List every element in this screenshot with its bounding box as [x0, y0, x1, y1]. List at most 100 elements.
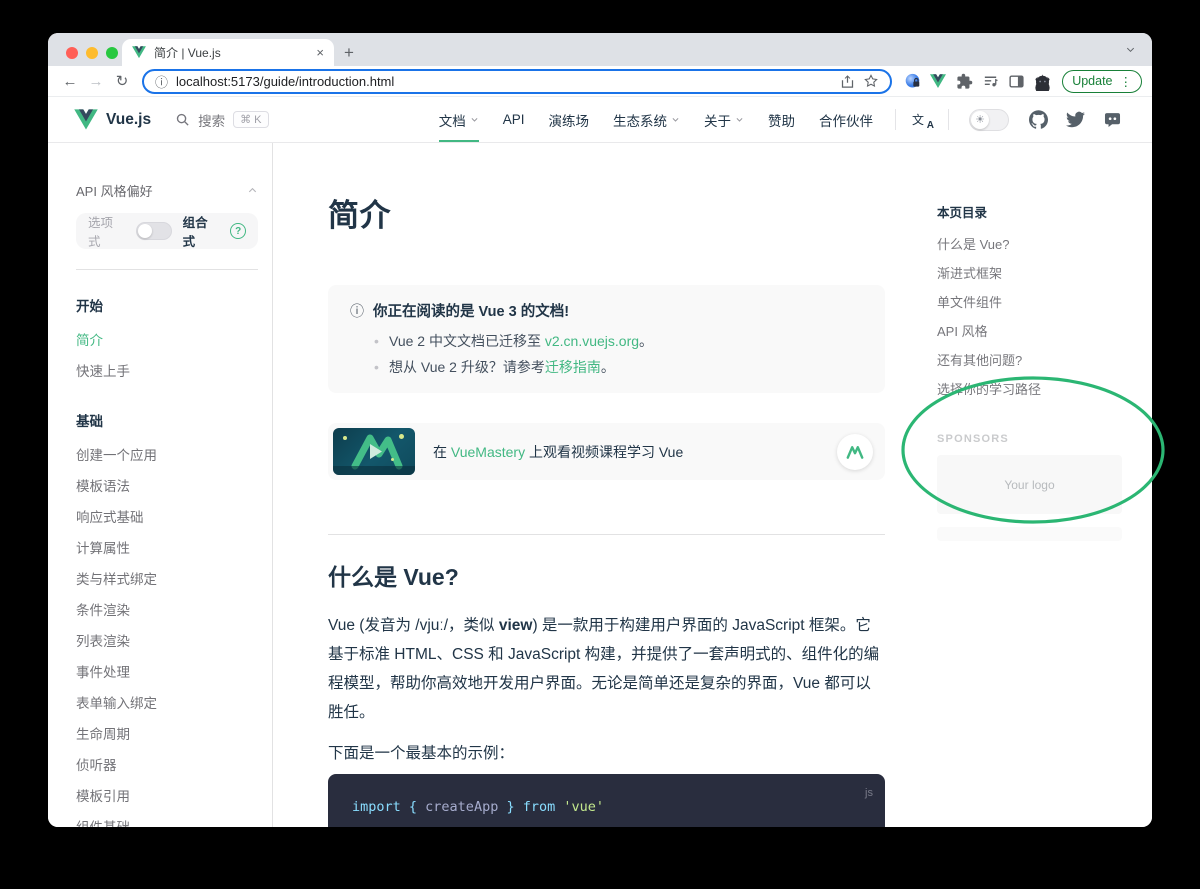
vue-logo[interactable]: Vue.js: [74, 97, 151, 142]
api-style-toggle[interactable]: [136, 222, 172, 240]
sidebar: API 风格偏好 选项式 组合式 ? 开始简介快速上手基础创建一个应用模板语法响…: [48, 143, 273, 827]
sun-icon: ☀: [971, 111, 989, 129]
url-text[interactable]: localhost:5173/guide/introduction.html: [176, 74, 832, 89]
browser-toolbar: ← → ↻ ⓘ localhost:5173/guide/introductio…: [48, 66, 1152, 97]
sidebar-item[interactable]: 模板引用: [76, 779, 258, 810]
sidebar-item[interactable]: 事件处理: [76, 655, 258, 686]
main-content: 简介 ⓘ 你正在阅读的是 Vue 3 的文档! Vue 2 中文文档已迁移至 v…: [273, 143, 885, 827]
bookmark-star-icon[interactable]: [863, 73, 879, 89]
section-heading[interactable]: 什么是 Vue?: [328, 561, 885, 593]
site-header: Vue.js 搜索 ⌘ K 文档API演练场生态系统关于赞助合作伙伴 文A ☀: [48, 97, 1152, 143]
sponsor-placeholder[interactable]: Your logo: [937, 455, 1122, 514]
translate-icon: 文A: [912, 111, 932, 129]
toc-item[interactable]: 还有其他问题?: [937, 345, 1152, 374]
toc-title: 本页目录: [937, 202, 1152, 221]
chevron-down-icon: [671, 115, 680, 124]
new-tab-button[interactable]: +: [334, 39, 364, 66]
traffic-lights: [66, 47, 118, 59]
composition-api-label[interactable]: 组合式: [183, 212, 220, 250]
update-label: Update: [1072, 74, 1112, 88]
info-link[interactable]: 迁移指南: [545, 359, 601, 375]
address-bar[interactable]: ⓘ localhost:5173/guide/introduction.html: [142, 69, 892, 94]
header-nav: 文档API演练场生态系统关于赞助合作伙伴: [427, 97, 885, 142]
info-bullet-list: Vue 2 中文文档已迁移至 v2.cn.vuejs.org。想从 Vue 2 …: [374, 328, 863, 380]
info-link[interactable]: v2.cn.vuejs.org: [545, 333, 639, 349]
vue-devtools-extension-icon[interactable]: [926, 69, 950, 93]
sidebar-divider: [76, 269, 258, 270]
vpn-extension-icon[interactable]: [900, 69, 924, 93]
discord-link[interactable]: [1103, 110, 1122, 129]
toc-item[interactable]: 单文件组件: [937, 287, 1152, 316]
toc-item[interactable]: 渐进式框架: [937, 258, 1152, 287]
toc-item[interactable]: 什么是 Vue?: [937, 229, 1152, 258]
browser-tab[interactable]: 简介 | Vue.js ×: [122, 39, 334, 66]
reload-button[interactable]: ↻: [110, 72, 134, 90]
sidebar-item[interactable]: 快速上手: [76, 354, 258, 385]
sidebar-item[interactable]: 计算属性: [76, 531, 258, 562]
nav-item[interactable]: 赞助: [756, 97, 807, 142]
nav-item[interactable]: 合作伙伴: [807, 97, 885, 142]
nav-item[interactable]: 关于: [692, 97, 756, 142]
share-icon[interactable]: [840, 74, 855, 89]
language-switch-button[interactable]: 文A: [906, 97, 938, 142]
nav-item[interactable]: 演练场: [537, 97, 602, 142]
chrome-update-button[interactable]: Update ⋮: [1062, 70, 1142, 93]
help-icon[interactable]: ?: [230, 223, 246, 239]
nav-item[interactable]: API: [491, 97, 537, 142]
profile-avatar[interactable]: [1030, 69, 1054, 93]
intro-paragraph: Vue (发音为 /vjuː/，类似 view) 是一款用于构建用户界面的 Ja…: [328, 611, 885, 727]
forward-button[interactable]: →: [84, 73, 108, 90]
api-preference-title: API 风格偏好: [76, 181, 153, 200]
search-icon: [175, 112, 190, 127]
nav-item[interactable]: 文档: [427, 97, 491, 142]
minimize-window-button[interactable]: [86, 47, 98, 59]
github-icon: [1029, 110, 1048, 129]
video-thumbnail[interactable]: [333, 428, 415, 475]
sidebar-item[interactable]: 类与样式绑定: [76, 562, 258, 593]
sidebar-item[interactable]: 创建一个应用: [76, 438, 258, 469]
toc-item[interactable]: API 风格: [937, 316, 1152, 345]
back-button[interactable]: ←: [58, 73, 82, 90]
info-icon: ⓘ: [350, 301, 364, 321]
vuemastery-banner[interactable]: 在 VueMastery 上观看视频课程学习 Vue: [328, 423, 885, 480]
sidebar-group-title: 开始: [76, 295, 258, 315]
kebab-menu-icon[interactable]: ⋮: [1120, 74, 1133, 89]
sidebar-item[interactable]: 生命周期: [76, 717, 258, 748]
vuemastery-link[interactable]: VueMastery: [451, 444, 525, 460]
options-api-label[interactable]: 选项式: [88, 212, 125, 250]
info-bullet: Vue 2 中文文档已迁移至 v2.cn.vuejs.org。: [374, 328, 863, 354]
search-button[interactable]: 搜索 ⌘ K: [175, 97, 268, 142]
sidebar-item[interactable]: 表单输入绑定: [76, 686, 258, 717]
browser-window: 简介 | Vue.js × + ← → ↻ ⓘ localhost:5173/g…: [48, 33, 1152, 827]
zoom-window-button[interactable]: [106, 47, 118, 59]
nav-item[interactable]: 生态系统: [601, 97, 692, 142]
site-info-icon[interactable]: ⓘ: [155, 72, 168, 91]
twitter-link[interactable]: [1066, 110, 1085, 129]
code-language-badge: js: [865, 781, 873, 805]
reading-list-extension-icon[interactable]: [978, 69, 1002, 93]
info-title: 你正在阅读的是 Vue 3 的文档!: [373, 300, 569, 321]
tab-favicon-vue-icon: [132, 46, 146, 59]
close-window-button[interactable]: [66, 47, 78, 59]
theme-toggle[interactable]: ☀: [959, 97, 1019, 142]
sidebar-item[interactable]: 响应式基础: [76, 500, 258, 531]
chevron-down-icon: [470, 115, 479, 124]
code-block[interactable]: js import { createApp } from 'vue' creat…: [328, 774, 885, 827]
sidebar-item[interactable]: 列表渲染: [76, 624, 258, 655]
sidebar-item[interactable]: 侦听器: [76, 748, 258, 779]
sidebar-item[interactable]: 组件基础: [76, 810, 258, 827]
extensions-puzzle-icon[interactable]: [952, 69, 976, 93]
sidebar-item[interactable]: 模板语法: [76, 469, 258, 500]
side-panel-icon[interactable]: [1004, 69, 1028, 93]
sidebar-item[interactable]: 简介: [76, 323, 258, 354]
api-preference-header[interactable]: API 风格偏好: [76, 181, 258, 200]
toc-item[interactable]: 选择你的学习路径: [937, 374, 1152, 403]
tab-close-icon[interactable]: ×: [316, 46, 324, 59]
sidebar-item[interactable]: 条件渲染: [76, 593, 258, 624]
search-label: 搜索: [198, 110, 225, 130]
github-link[interactable]: [1029, 110, 1048, 129]
example-lead-paragraph: 下面是一个最基本的示例：: [328, 739, 885, 768]
search-shortcut-badge: ⌘ K: [233, 111, 268, 128]
page-title: 简介: [328, 190, 885, 235]
tab-search-chevron-icon[interactable]: [1125, 44, 1136, 55]
